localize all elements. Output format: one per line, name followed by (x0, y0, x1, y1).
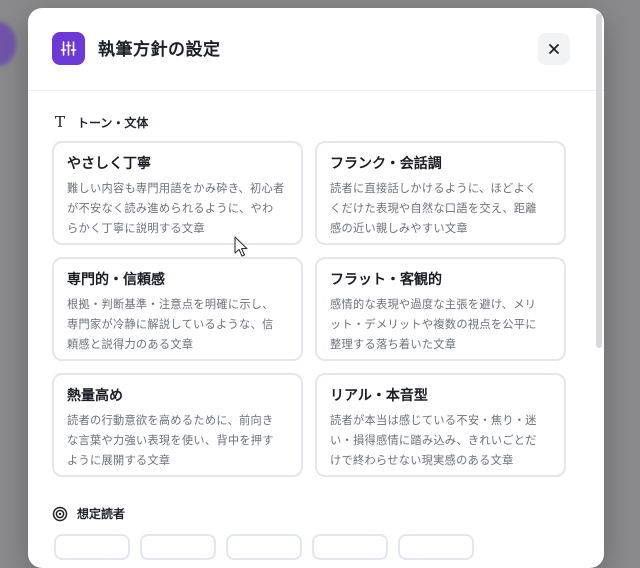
modal-title: 執筆方針の設定 (98, 40, 221, 60)
text-type-icon: T (54, 113, 65, 131)
close-icon (549, 44, 559, 54)
tone-option-desc: 読者に直接話しかけるように、ほどよく くだけた表現や自然な口語を交え、距離 感の… (330, 182, 537, 235)
tone-section-header: T トーン・文体 (52, 113, 148, 131)
audience-option-chip[interactable] (140, 534, 216, 560)
modal-header: 執筆方針の設定 (28, 8, 604, 91)
tone-option-card[interactable]: フランク・会話調 読者に直接話しかけるように、ほどよく くだけた表現や自然な口語… (315, 141, 566, 245)
tone-option-desc: 難しい内容も専門用語をかみ砕き、初心者 が不安なく読み進められるように、やわ ら… (67, 182, 285, 235)
audience-section-header: 想定読者 (52, 505, 125, 522)
tone-option-title: リアル・本音型 (330, 388, 428, 404)
tone-option-card[interactable]: リアル・本音型 読者が本当は感じている不安・焦り・迷 い・損得感情に踏み込み、き… (315, 373, 566, 477)
mouse-pointer-icon (234, 236, 248, 257)
tone-option-card[interactable]: 専門的・信頼感 根拠・判断基準・注意点を明確に示し、 専門家が冷静に解説している… (52, 257, 303, 361)
tone-option-desc: 感情的な表現や過度な主張を避け、メリ ット・デメリットや複数の視点を公平に 整理… (330, 298, 537, 351)
audience-option-chip[interactable] (54, 534, 130, 560)
tone-option-card[interactable]: 熱量高め 読者の行動意欲を高めるために、前向き な言葉や力強い表現を使い、背中を… (52, 373, 303, 477)
modal-scrollbar[interactable] (594, 8, 604, 568)
sliders-icon (52, 32, 85, 65)
tone-section-label: トーン・文体 (77, 115, 149, 130)
tone-option-card[interactable]: フラット・客観的 感情的な表現や過度な主張を避け、メリ ット・デメリットや複数の… (315, 257, 566, 361)
tone-option-desc: 読者の行動意欲を高めるために、前向き な言葉や力強い表現を使い、背中を押す よう… (67, 414, 274, 467)
audience-section-label: 想定読者 (77, 507, 126, 521)
tone-option-title: フランク・会話調 (330, 156, 442, 172)
tone-option-desc: 読者が本当は感じている不安・焦り・迷 い・損得感情に踏み込み、きれいごとだ けで… (330, 414, 537, 467)
tone-option-title: やさしく丁寧 (67, 156, 151, 172)
target-icon (52, 506, 68, 521)
settings-modal: 執筆方針の設定 T トーン・文体 やさしく丁寧 難しい内容も専門用語をかみ砕き、… (28, 8, 604, 568)
tone-option-desc: 根拠・判断基準・注意点を明確に示し、 専門家が冷静に解説しているような、信 頼感… (67, 298, 274, 351)
close-button[interactable] (538, 33, 570, 65)
audience-option-chip[interactable] (226, 534, 302, 560)
tone-option-title: 専門的・信頼感 (67, 272, 165, 288)
tone-option-title: フラット・客観的 (330, 272, 442, 288)
scrollbar-thumb[interactable] (596, 13, 602, 348)
tone-option-title: 熱量高め (67, 388, 123, 404)
background-app-element (0, 22, 16, 66)
audience-option-chip[interactable] (312, 534, 388, 560)
audience-option-chip[interactable] (398, 534, 474, 560)
tone-option-card[interactable]: やさしく丁寧 難しい内容も専門用語をかみ砕き、初心者 が不安なく読み進められるよ… (52, 141, 303, 245)
